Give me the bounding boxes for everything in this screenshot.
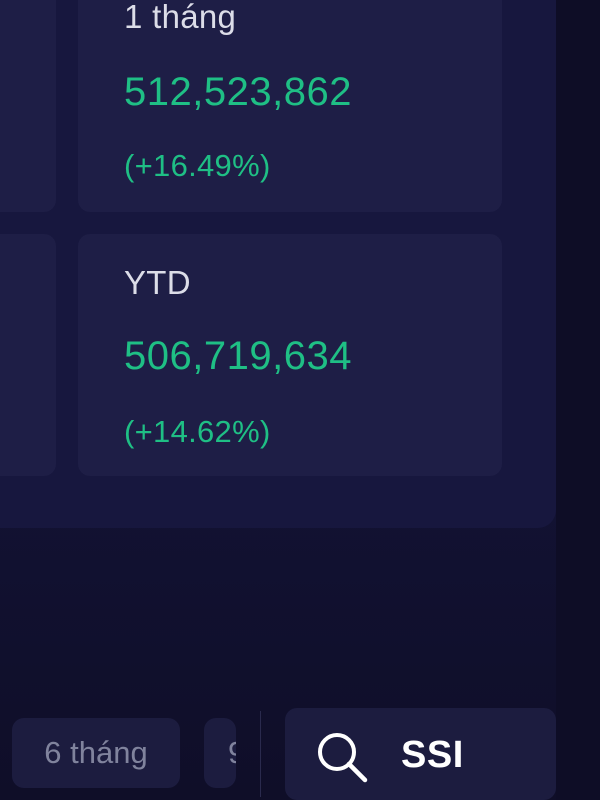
stat-change: (+16.49%) (124, 148, 271, 183)
stat-card-partial-top (0, 0, 56, 212)
stat-change: (+14.62%) (124, 414, 271, 449)
symbol-search-button[interactable]: SSI (285, 708, 556, 800)
screen: 1 tháng 512,523,862 (+16.49%) YTD 506,71… (0, 0, 600, 800)
divider (260, 711, 261, 797)
stat-card-partial-bottom (0, 234, 56, 476)
bottom-bar: 6 tháng 9 SSI (0, 705, 600, 800)
search-query-text: SSI (401, 734, 464, 776)
period-tab-partial[interactable]: 9 (204, 718, 236, 788)
stat-label: 1 tháng (124, 0, 237, 35)
right-edge-background (556, 0, 600, 800)
performance-panel: 1 tháng 512,523,862 (+16.49%) YTD 506,71… (0, 0, 556, 528)
stat-value: 512,523,862 (124, 70, 352, 114)
stat-label: YTD (124, 264, 191, 301)
search-icon (318, 733, 368, 783)
stat-card-ytd: YTD 506,719,634 (+14.62%) (78, 234, 502, 476)
stat-value: 506,719,634 (124, 334, 352, 378)
stat-card-1-month: 1 tháng 512,523,862 (+16.49%) (78, 0, 502, 212)
period-tab-6-months[interactable]: 6 tháng (12, 718, 180, 788)
